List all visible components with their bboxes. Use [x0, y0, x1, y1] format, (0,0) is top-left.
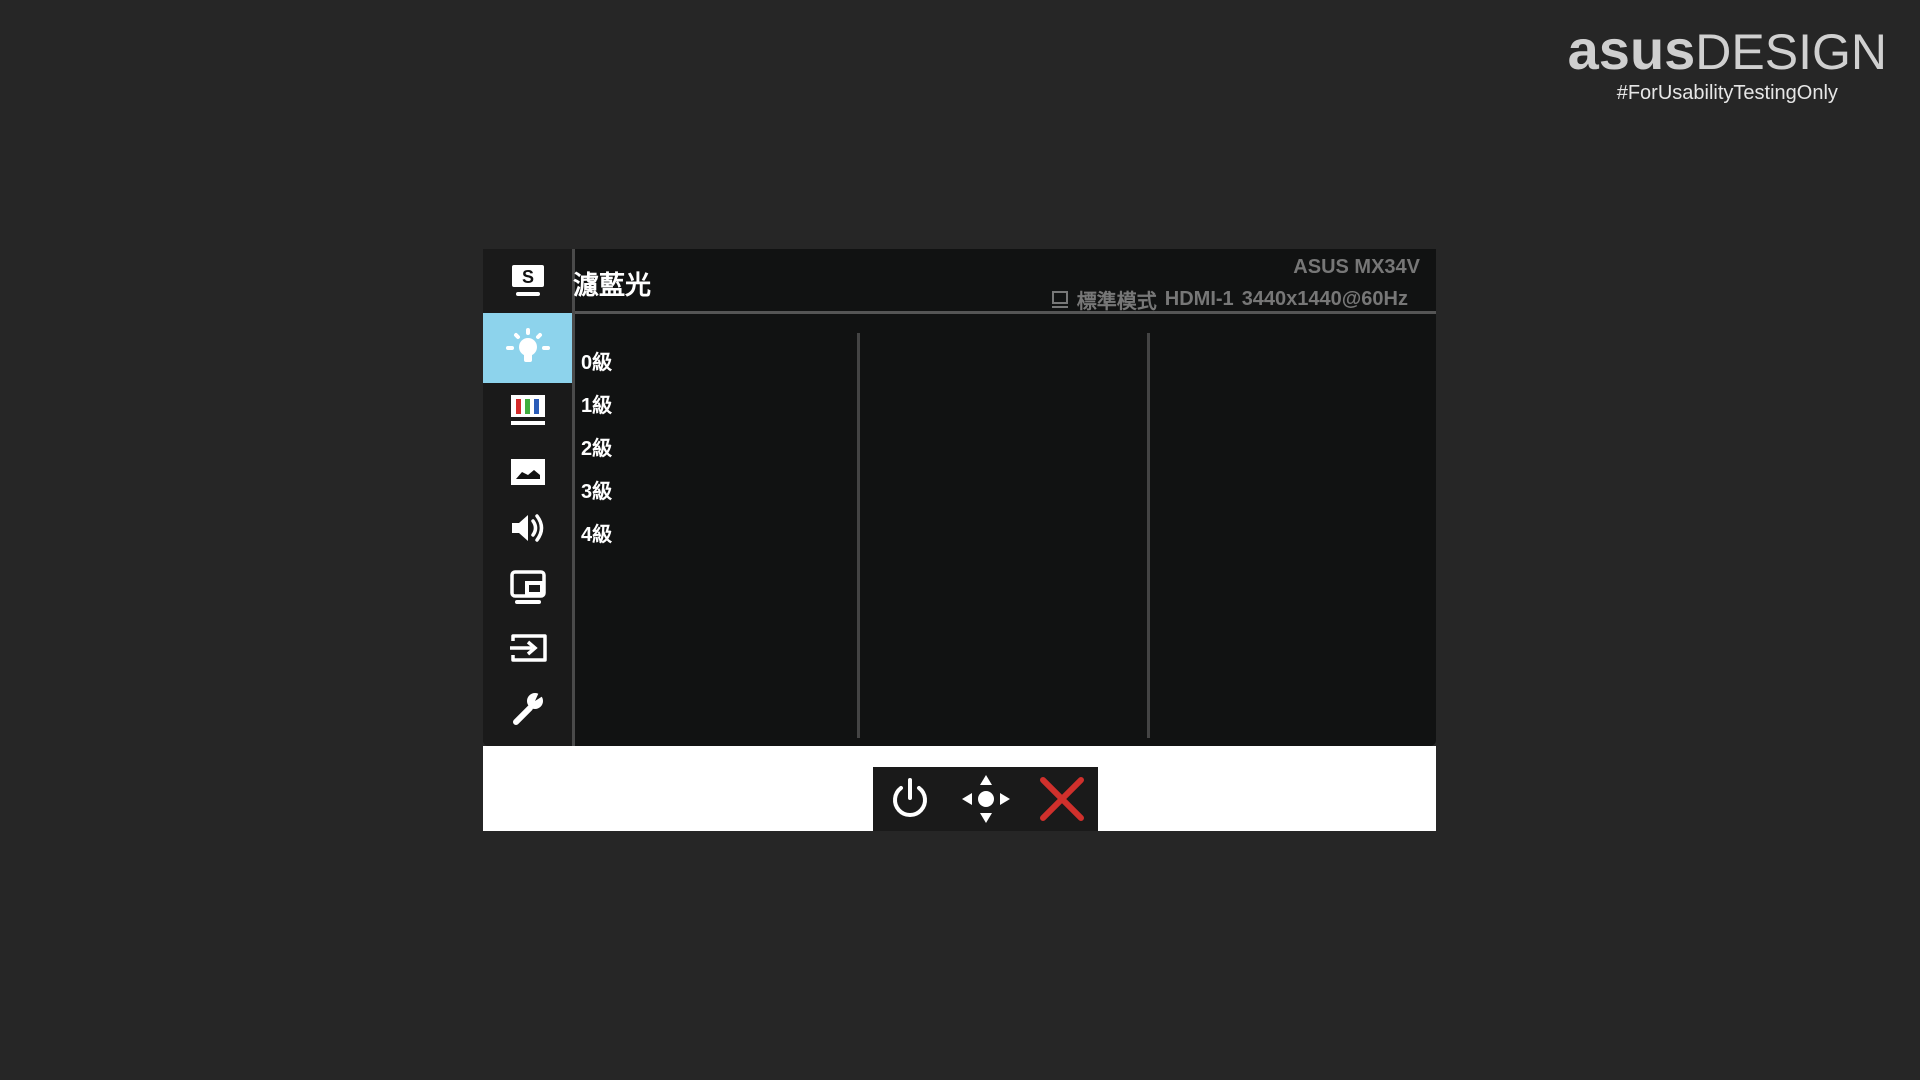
logo-light: DESIGN: [1695, 24, 1887, 80]
asus-design-logo: asusDESIGN #ForUsabilityTestingOnly: [1568, 22, 1887, 105]
image-icon: [510, 459, 545, 485]
option-level-4[interactable]: 4級: [581, 518, 612, 547]
input-select-icon: [509, 634, 547, 662]
sidebar-item-input-select[interactable]: [483, 618, 572, 678]
sidebar-item-system-setup[interactable]: [483, 678, 572, 738]
close-icon[interactable]: [1039, 776, 1085, 822]
control-keys: [873, 767, 1098, 831]
option-level-0[interactable]: 0級: [581, 346, 612, 375]
sidebar-item-image[interactable]: [483, 442, 572, 502]
control-panel: [483, 746, 1436, 831]
sidebar-item-blue-light-filter[interactable]: [483, 313, 572, 383]
column-divider: [1147, 333, 1150, 738]
monitor-icon: [1051, 290, 1068, 308]
logo-bold: asus: [1567, 18, 1696, 81]
blue-light-filter-icon: [505, 328, 550, 362]
monitor-model: ASUS MX34V: [1293, 256, 1420, 278]
option-level-2[interactable]: 2級: [581, 432, 612, 461]
system-setup-icon: [512, 690, 546, 725]
sound-icon: [511, 514, 543, 542]
sidebar-item-splendid[interactable]: S: [483, 251, 572, 311]
sidebar-item-sound[interactable]: [483, 498, 572, 558]
column-divider: [857, 333, 860, 738]
joystick-icon[interactable]: [960, 773, 1012, 825]
status-mode: 標準模式: [1076, 291, 1157, 313]
svg-text:S: S: [521, 267, 533, 287]
status-resolution: 3440x1440@60Hz: [1241, 288, 1408, 310]
color-icon: [510, 395, 545, 425]
tagline: #ForUsabilityTestingOnly: [1616, 82, 1838, 104]
sidebar-item-color[interactable]: [483, 380, 572, 440]
osd-menu: S 濾藍光 ASUS MX34V 標準模式 HDMI-1 3440x1440@6…: [483, 249, 1436, 746]
status-input: HDMI-1: [1164, 288, 1234, 310]
pip-icon: [509, 570, 546, 604]
status-bar: 標準模式 HDMI-1 3440x1440@60Hz: [1051, 285, 1408, 314]
osd-sidebar: S: [483, 249, 575, 746]
sidebar-item-pip[interactable]: [483, 558, 572, 618]
power-icon[interactable]: [887, 776, 933, 822]
splendid-icon: S: [511, 265, 544, 296]
option-level-1[interactable]: 1級: [581, 389, 612, 418]
page-title: 濾藍光: [573, 270, 652, 300]
option-level-3[interactable]: 3級: [581, 475, 612, 504]
